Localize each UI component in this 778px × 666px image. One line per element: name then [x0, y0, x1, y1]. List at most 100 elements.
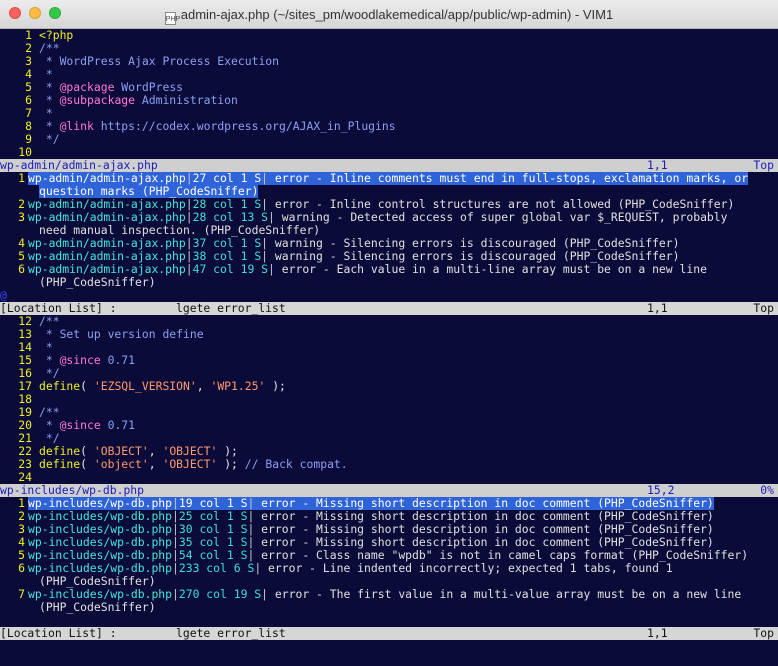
- code-token: define: [39, 380, 81, 393]
- item-location: 38 col 1 S: [192, 250, 262, 263]
- location-list-item[interactable]: 1 wp-admin/admin-ajax.php|27 col 1 S| err…: [0, 172, 778, 185]
- code-line[interactable]: 19 /**: [0, 406, 778, 419]
- location-list-item[interactable]: 3 wp-admin/admin-ajax.php|28 col 13 S| wa…: [0, 211, 778, 224]
- code-line[interactable]: 15 * @since 0.71: [0, 354, 778, 367]
- code-pane-wp-db[interactable]: 12/** 13 * Set up version define 14 * 15 * …: [0, 315, 778, 484]
- location-list-item-continuation[interactable]: need manual inspection. (PHP_CodeSniffer…: [0, 224, 778, 237]
- status-file-name: wp-includes/wp-db.php: [0, 483, 145, 497]
- item-message: error - Missing short description in doc…: [254, 510, 714, 523]
- status-list-name: [Location List] :: [0, 301, 117, 315]
- item-message-continuation: (PHP_CodeSniffer): [39, 601, 156, 614]
- item-entry[interactable]: wp-admin/admin-ajax.php|38 col 1 S| warn…: [28, 250, 680, 263]
- code-line[interactable]: 3 * WordPress Ajax Process Execution: [0, 55, 778, 68]
- code-line[interactable]: 21 */: [0, 432, 778, 445]
- code-pane-admin-ajax[interactable]: 1 <?php 2/** 3 * WordPress Ajax Process Exe…: [0, 29, 778, 159]
- location-list-item[interactable]: 4 wp-includes/wp-db.php|35 col 1 S| error…: [0, 536, 778, 549]
- code-line[interactable]: 8 * @link https://codex.wordpress.org/AJ…: [0, 120, 778, 133]
- location-list-item-continuation[interactable]: question marks (PHP_CodeSniffer): [0, 185, 778, 198]
- location-list-item[interactable]: 6 wp-admin/admin-ajax.php|47 col 19 S| er…: [0, 263, 778, 276]
- location-list-item[interactable]: 6 wp-includes/wp-db.php|233 col 6 S| erro…: [0, 562, 778, 575]
- code-line[interactable]: 2 /**: [0, 42, 778, 55]
- item-entry[interactable]: wp-includes/wp-db.php|35 col 1 S| error …: [28, 536, 714, 549]
- item-number: 4: [18, 536, 25, 549]
- location-list-item[interactable]: 4 wp-admin/admin-ajax.php|37 col 1 S| war…: [0, 237, 778, 250]
- code-token: <?php: [39, 29, 74, 42]
- code-line[interactable]: 12 /**: [0, 315, 778, 328]
- location-list-item[interactable]: 5 wp-includes/wp-db.php|54 col 1 S| error…: [0, 549, 778, 562]
- code-line[interactable]: 4 *: [0, 68, 778, 81]
- line-number: 13: [18, 328, 32, 341]
- code-line[interactable]: 1 <?php: [0, 29, 778, 42]
- code-line[interactable]: 20 * @since 0.71: [0, 419, 778, 432]
- item-location: 28 col 13 S: [192, 211, 269, 224]
- item-separator: |: [172, 536, 179, 549]
- code-token: @subpackage: [59, 94, 136, 107]
- location-list-item[interactable]: 1 wp-includes/wp-db.php|19 col 1 S| error…: [0, 497, 778, 510]
- location-list-item[interactable]: 7 wp-includes/wp-db.php|270 col 19 S| err…: [0, 588, 778, 601]
- line-number: 6: [25, 94, 32, 107]
- editor-area[interactable]: 1 <?php 2/** 3 * WordPress Ajax Process Exe…: [0, 29, 778, 666]
- item-entry[interactable]: wp-admin/admin-ajax.php|37 col 1 S| warn…: [28, 237, 680, 250]
- line-number: 18: [18, 393, 32, 406]
- item-file-path: wp-includes/wp-db.php: [28, 549, 173, 562]
- item-entry[interactable]: wp-includes/wp-db.php|19 col 1 S| error …: [28, 497, 714, 510]
- vim-window: PHPadmin-ajax.php (~/sites_pm/woodlakeme…: [0, 0, 778, 666]
- location-list-admin-ajax[interactable]: 1 wp-admin/admin-ajax.php|27 col 1 S| err…: [0, 172, 778, 289]
- location-list-item[interactable]: 3 wp-includes/wp-db.php|30 col 1 S| error…: [0, 523, 778, 536]
- code-line[interactable]: 17 define( 'EZSQL_VERSION', 'WP1.25' );: [0, 380, 778, 393]
- code-line[interactable]: 14 *: [0, 341, 778, 354]
- item-entry[interactable]: wp-admin/admin-ajax.php|28 col 13 S| war…: [28, 211, 728, 224]
- code-line[interactable]: 16 */: [0, 367, 778, 380]
- code-line[interactable]: 23 define( 'object', 'OBJECT' ); // Back …: [0, 458, 778, 471]
- item-entry[interactable]: wp-admin/admin-ajax.php|47 col 19 S| err…: [28, 263, 707, 276]
- item-file-path: wp-admin/admin-ajax.php: [28, 237, 186, 250]
- item-message: error - The first value in a multi-value…: [268, 588, 742, 601]
- item-entry[interactable]: wp-includes/wp-db.php|25 col 1 S| error …: [28, 510, 714, 523]
- code-token: */: [39, 432, 60, 445]
- location-list-wp-db[interactable]: 1 wp-includes/wp-db.php|19 col 1 S| error…: [0, 497, 778, 614]
- code-token: @since: [59, 419, 101, 432]
- status-list-name: [Location List] :: [0, 626, 117, 640]
- item-file-path: wp-includes/wp-db.php: [28, 562, 173, 575]
- item-message: error - Inline comments must end in full…: [268, 172, 749, 185]
- code-line[interactable]: 13 * Set up version define: [0, 328, 778, 341]
- item-entry[interactable]: wp-admin/admin-ajax.php|28 col 1 S| erro…: [28, 198, 734, 211]
- code-token: define: [39, 458, 81, 471]
- line-number: 12: [18, 315, 32, 328]
- code-token: 'WP1.25': [210, 380, 266, 393]
- location-list-item[interactable]: 5 wp-admin/admin-ajax.php|38 col 1 S| war…: [0, 250, 778, 263]
- item-separator: |: [261, 250, 269, 263]
- code-line[interactable]: 5 * @package WordPress: [0, 81, 778, 94]
- code-line[interactable]: 18: [0, 393, 778, 406]
- item-location: 25 col 1 S: [178, 510, 248, 523]
- code-line[interactable]: 6 * @subpackage Administration: [0, 94, 778, 107]
- item-entry[interactable]: wp-includes/wp-db.php|30 col 1 S| error …: [28, 523, 714, 536]
- item-separator: |: [261, 588, 269, 601]
- code-line[interactable]: 9 */: [0, 133, 778, 146]
- item-separator: |: [185, 198, 193, 211]
- code-line[interactable]: 22 define( 'OBJECT', 'OBJECT' );: [0, 445, 778, 458]
- location-list-item[interactable]: 2 wp-admin/admin-ajax.php|28 col 1 S| err…: [0, 198, 778, 211]
- location-list-item-continuation[interactable]: (PHP_CodeSniffer): [0, 575, 778, 588]
- item-file-path: wp-includes/wp-db.php: [28, 588, 173, 601]
- location-list-item-continuation[interactable]: (PHP_CodeSniffer): [0, 276, 778, 289]
- code-token: (: [80, 458, 94, 471]
- item-location: 27 col 1 S: [192, 172, 262, 185]
- item-entry[interactable]: wp-admin/admin-ajax.php|27 col 1 S| erro…: [28, 172, 749, 185]
- code-token: 'object': [93, 458, 149, 471]
- item-message-continuation: need manual inspection. (PHP_CodeSniffer…: [39, 224, 321, 237]
- item-number: 6: [18, 562, 25, 575]
- item-number: 1: [18, 497, 25, 510]
- code-token: );: [265, 380, 286, 393]
- item-entry[interactable]: wp-includes/wp-db.php|233 col 6 S| error…: [28, 562, 673, 575]
- location-list-item-continuation[interactable]: (PHP_CodeSniffer): [0, 601, 778, 614]
- item-entry[interactable]: wp-includes/wp-db.php|270 col 19 S| erro…: [28, 588, 741, 601]
- location-list-item[interactable]: 2 wp-includes/wp-db.php|25 col 1 S| error…: [0, 510, 778, 523]
- item-entry[interactable]: wp-includes/wp-db.php|54 col 1 S| error …: [28, 549, 748, 562]
- line-number: 20: [18, 419, 32, 432]
- status-line-wp-db: wp-includes/wp-db.php 15,2 0%: [0, 484, 778, 497]
- title-bar: PHPadmin-ajax.php (~/sites_pm/woodlakeme…: [0, 0, 778, 29]
- item-message: error - Line indented incorrectly; expec…: [261, 562, 673, 575]
- code-line[interactable]: 7 *: [0, 107, 778, 120]
- line-number: 15: [18, 354, 32, 367]
